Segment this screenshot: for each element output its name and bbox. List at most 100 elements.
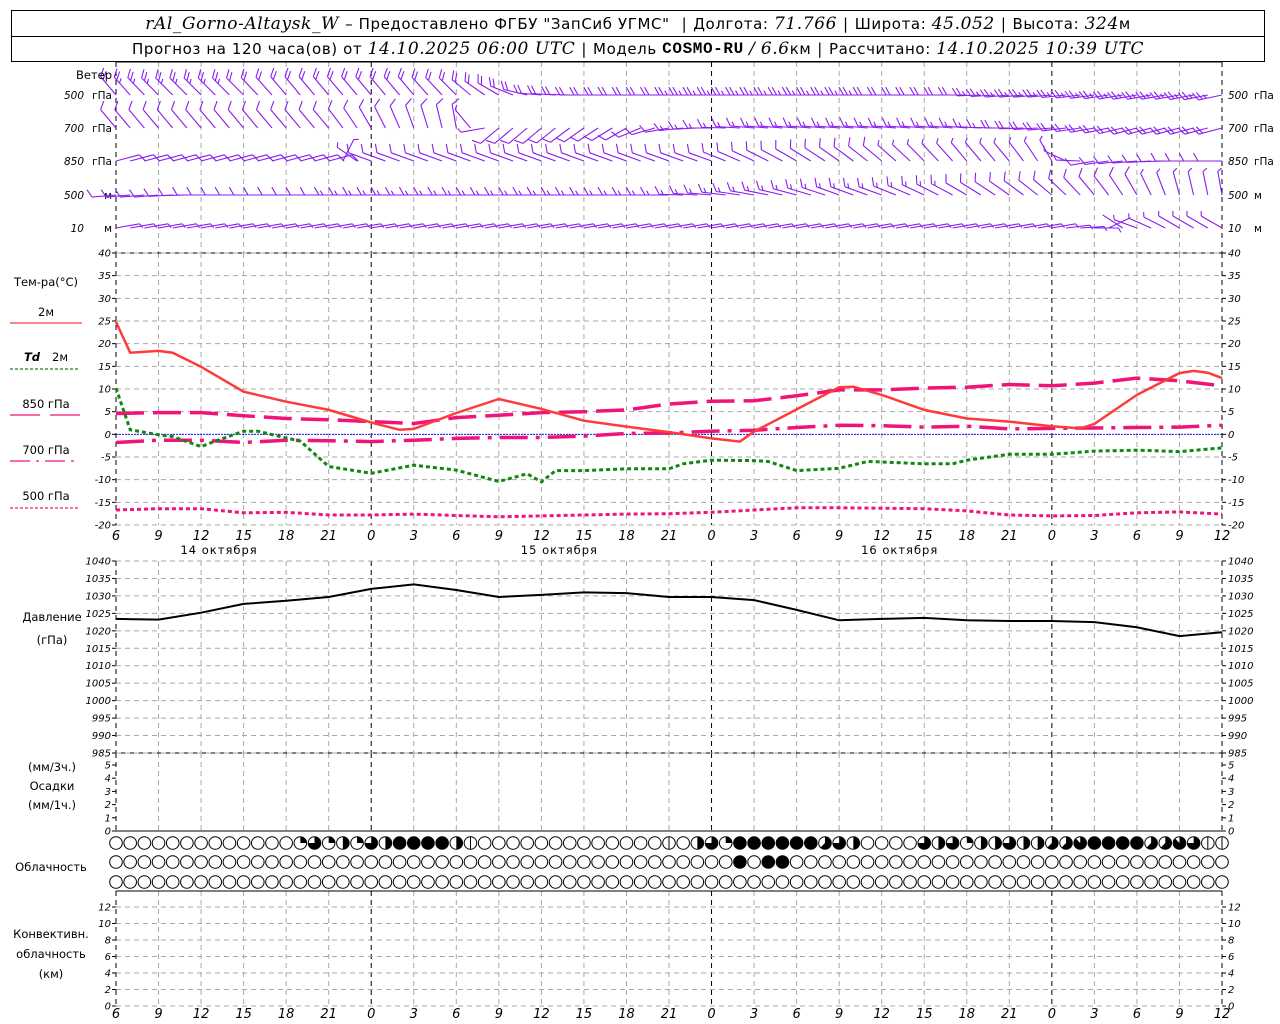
wind-barb bbox=[327, 100, 344, 129]
cloud-cover-circle bbox=[818, 855, 832, 869]
time-tick-label: 18 bbox=[618, 529, 635, 544]
wind-barb bbox=[454, 104, 471, 129]
cloud-cover-circle bbox=[1215, 855, 1229, 869]
time-tick-label: 9 bbox=[835, 1007, 843, 1022]
cloud-cover-fill bbox=[776, 855, 789, 869]
y-tick-label-right: 1000 bbox=[1228, 696, 1253, 707]
cloud-cover-circle bbox=[974, 855, 988, 869]
wind-barb bbox=[1187, 167, 1195, 196]
wind-barb bbox=[127, 68, 145, 96]
date-label: 15 октября bbox=[521, 543, 598, 557]
wind-barb bbox=[312, 100, 330, 129]
cloud-cover-circle bbox=[648, 836, 662, 850]
time-tick-label: 21 bbox=[661, 529, 678, 544]
time-tick-label: 0 bbox=[707, 529, 715, 544]
cloud-cover-circle bbox=[789, 855, 804, 869]
wind-level-value: 700 bbox=[64, 123, 84, 135]
wind-barb bbox=[405, 98, 415, 129]
wind-level-unit-right: гПа bbox=[1254, 123, 1274, 135]
cloud-cover-circle bbox=[1130, 875, 1144, 889]
wind-level-unit-right: м bbox=[1254, 190, 1262, 202]
wind-barb bbox=[1078, 124, 1109, 134]
cloud-cover-circle bbox=[180, 836, 194, 850]
cloud-cover-circle bbox=[903, 855, 917, 869]
legend-label-t700: 700 гПа bbox=[22, 443, 69, 457]
cloud-cover-circle bbox=[648, 875, 662, 889]
legend-label-t2m: 2м bbox=[38, 305, 54, 319]
cloud-cover-circle bbox=[945, 875, 960, 889]
wind-barb bbox=[716, 142, 741, 162]
cloud-cover-fill bbox=[747, 836, 761, 850]
y-tick-label-right: 995 bbox=[1228, 714, 1247, 725]
y-tick-label-right: 1005 bbox=[1228, 679, 1253, 690]
y-tick-label-right: 12 bbox=[1228, 903, 1241, 914]
cloud-cover-circle bbox=[1130, 855, 1144, 869]
cloud-cover-circle bbox=[803, 875, 818, 889]
wind-barb bbox=[255, 68, 273, 96]
cloud-cover-circle bbox=[704, 875, 719, 889]
y-tick-label-right: 1010 bbox=[1228, 661, 1253, 672]
time-tick-label: 12 bbox=[193, 1007, 210, 1022]
y-tick-label-right: 2 bbox=[1228, 800, 1234, 811]
cloud-cover-circle bbox=[279, 875, 293, 889]
y-tick-label-right: 5 bbox=[1228, 407, 1234, 418]
wind-barb bbox=[1124, 166, 1138, 196]
cloud-cover-circle bbox=[236, 855, 251, 869]
cloud-cover-circle bbox=[903, 836, 917, 850]
cloud-cover-fill bbox=[1130, 836, 1144, 850]
time-tick-label: 9 bbox=[154, 529, 162, 544]
time-tick-label: 6 bbox=[792, 529, 800, 544]
y-tick-label-left: 10 bbox=[98, 919, 111, 930]
cloud-cover-circle bbox=[1186, 855, 1201, 869]
cloud-cover-circle bbox=[605, 855, 620, 869]
legend-label-t500: 500 гПа bbox=[22, 489, 69, 503]
cloud-cover-fill bbox=[385, 836, 392, 850]
cloud-cover-fill bbox=[966, 836, 974, 843]
wind-barb bbox=[1156, 168, 1166, 196]
time-tick-label: 12 bbox=[533, 1007, 550, 1022]
cloud-cover-circle bbox=[704, 855, 719, 869]
wind-barb bbox=[141, 69, 159, 96]
cloud-cover-circle bbox=[180, 855, 194, 869]
cloud-cover-circle bbox=[364, 855, 379, 869]
y-tick-label-left: 1040 bbox=[86, 557, 111, 568]
cloud-cover-fill bbox=[300, 836, 307, 843]
time-tick-label: 18 bbox=[618, 1007, 635, 1022]
wind-barb bbox=[425, 68, 443, 96]
cloud-cover-circle bbox=[1172, 855, 1187, 869]
cloud-cover-fill bbox=[733, 855, 747, 869]
cloud-cover-circle bbox=[803, 855, 818, 869]
cloud-cover-circle bbox=[421, 855, 435, 869]
y-tick-label-right: 30 bbox=[1228, 294, 1241, 305]
cloud-cover-circle bbox=[832, 875, 846, 889]
wind-level-unit-right: гПа bbox=[1254, 156, 1274, 168]
cloud-cover-circle bbox=[1045, 855, 1059, 869]
cloud-cover-circle bbox=[534, 875, 549, 889]
y-tick-label-left: 0 bbox=[105, 827, 111, 838]
wind-barb bbox=[488, 77, 514, 96]
wind-level-value: 10 bbox=[71, 223, 85, 235]
y-tick-label-right: -10 bbox=[1228, 475, 1244, 486]
cloud-cover-circle bbox=[123, 855, 137, 869]
cloud-cover-circle bbox=[619, 855, 634, 869]
cloud-cover-circle bbox=[208, 875, 223, 889]
wind-barb bbox=[298, 67, 315, 96]
wind-barb bbox=[989, 172, 1010, 196]
cloud-cover-circle bbox=[265, 836, 279, 850]
wind-barb bbox=[1080, 226, 1108, 232]
wind-barb bbox=[921, 138, 939, 162]
cloud-cover-circle bbox=[293, 855, 308, 869]
cloud-cover-circle bbox=[1073, 875, 1088, 889]
cloud-cover-circle bbox=[265, 875, 279, 889]
y-tick-label-left: 2 bbox=[105, 985, 111, 996]
time-tick-label: 21 bbox=[320, 1007, 337, 1022]
cloud-cover-circle bbox=[1144, 855, 1158, 869]
legend-label-td2m: 2м bbox=[52, 350, 68, 364]
cloud-cover-circle bbox=[350, 875, 364, 889]
wind-barb bbox=[211, 69, 230, 96]
time-tick-label: 9 bbox=[154, 1007, 162, 1022]
cloud-cover-circle bbox=[633, 855, 648, 869]
cloud-cover-circle bbox=[279, 836, 293, 850]
y-tick-label-left: 15 bbox=[98, 362, 111, 373]
cloud-cover-circle bbox=[492, 875, 506, 889]
